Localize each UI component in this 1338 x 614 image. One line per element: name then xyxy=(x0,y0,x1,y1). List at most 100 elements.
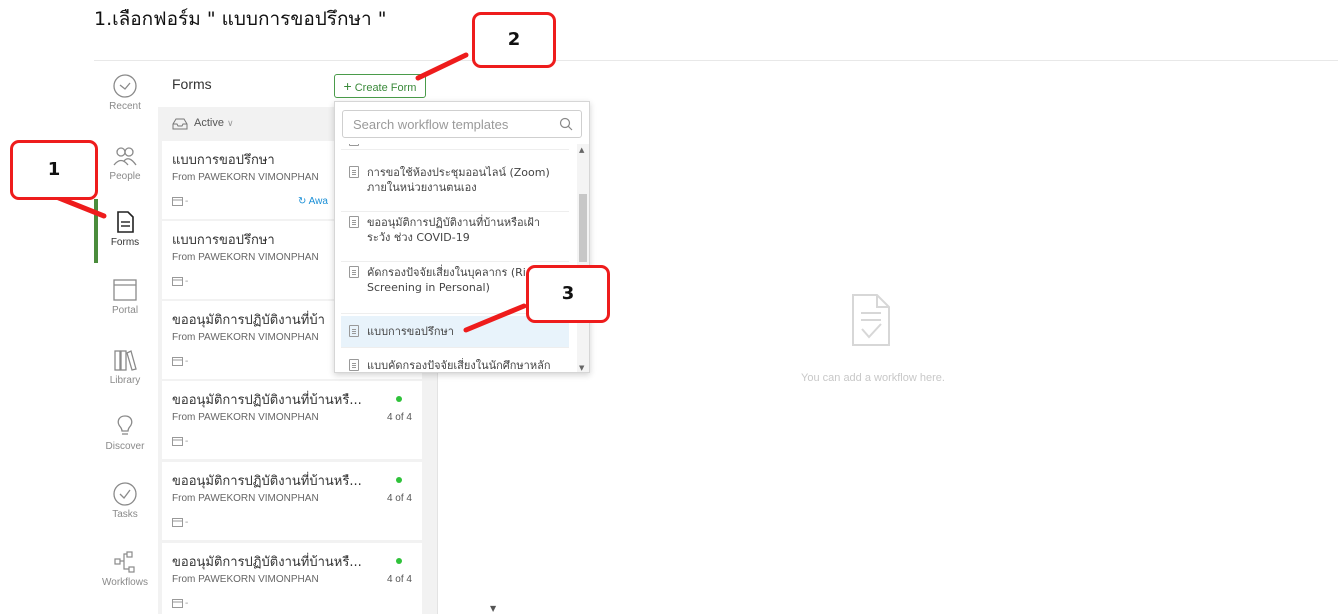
calendar-icon xyxy=(172,437,183,446)
create-form-button[interactable]: + Create Form xyxy=(334,74,426,98)
scrollbar-thumb[interactable] xyxy=(579,194,587,262)
due-date: - xyxy=(172,436,188,447)
document-icon xyxy=(349,166,359,178)
forms-panel-title: Forms xyxy=(172,76,212,92)
nav-label: Library xyxy=(109,375,141,386)
check-circle-icon xyxy=(113,482,137,506)
form-list-item[interactable]: ขออนุมัติการปฏิบัติงานที่บ้านหรื... From… xyxy=(162,462,422,540)
nav-item-people[interactable]: People xyxy=(94,131,156,199)
scroll-up-arrow[interactable]: ▲ xyxy=(579,146,584,154)
template-option-label: แบบการขอปรึกษา xyxy=(367,325,454,338)
nav-label: Forms xyxy=(110,237,140,248)
step-count: 4 of 4 xyxy=(386,412,412,423)
form-list-item[interactable]: ขออนุมัติการปฏิบัติงานที่บ้านหรื... From… xyxy=(162,543,422,614)
form-sender: From PAWEKORN VIMONPHAN xyxy=(172,332,319,343)
callout-badge-1: 1 xyxy=(10,140,98,200)
template-list: การขอใช้ห้องประชุมออนไลน์ (Zoom) ภายในหน… xyxy=(335,144,576,372)
template-option[interactable]: แบบคัดกรองปัจจัยเสี่ยงในนักศึกษาหลัก xyxy=(341,352,569,372)
portal-window-icon xyxy=(113,279,137,301)
due-date-value: - xyxy=(185,356,189,367)
form-title: ขออนุมัติการปฏิบัติงานที่บ้านหรื... xyxy=(172,474,362,489)
due-date-value: - xyxy=(185,276,189,287)
calendar-icon xyxy=(172,197,183,206)
template-option-label: การขอใช้ห้องประชุมออนไลน์ (Zoom) ภายในหน… xyxy=(367,166,550,194)
nav-item-workflows[interactable]: Workflows xyxy=(94,537,156,605)
nav-label: Discover xyxy=(105,441,145,452)
step-count: 4 of 4 xyxy=(386,574,412,585)
search-icon[interactable] xyxy=(559,117,573,131)
due-date: - xyxy=(172,517,188,528)
status-dot xyxy=(396,396,402,402)
nav-label: Portal xyxy=(111,305,139,316)
form-sender: From PAWEKORN VIMONPHAN xyxy=(172,252,319,263)
callout-badge-2: 2 xyxy=(472,12,556,68)
document-icon xyxy=(349,359,359,371)
calendar-icon xyxy=(172,518,183,527)
document-icon xyxy=(349,325,359,337)
template-list-scrollbar[interactable]: ▲ ▼ xyxy=(577,144,589,372)
calendar-icon xyxy=(172,277,183,286)
lightbulb-icon xyxy=(117,415,133,435)
template-option-label: ขออนุมัติการปฏิบัติงานที่บ้านหรือเฝ้าระว… xyxy=(367,216,541,244)
empty-state-message: You can add a workflow here. xyxy=(801,372,945,384)
form-title: ขออนุมัติการปฏิบัติงานที่บ้านหรื... xyxy=(172,393,362,408)
due-date-value: - xyxy=(185,598,189,609)
form-title: ขออนุมัติการปฏิบัติงานที่บ้านหรื... xyxy=(172,555,362,570)
nav-item-portal[interactable]: Portal xyxy=(94,265,156,333)
nav-label: Recent xyxy=(109,101,141,112)
due-date-value: - xyxy=(185,196,189,207)
template-search-input[interactable] xyxy=(343,111,553,137)
library-books-icon xyxy=(114,350,137,371)
status-dot xyxy=(396,477,402,483)
document-icon xyxy=(349,266,359,278)
awaiting-status-label: Awa xyxy=(308,196,328,207)
scroll-down-arrow[interactable]: ▼ xyxy=(579,364,584,372)
template-option-partial[interactable] xyxy=(341,144,569,150)
workflow-template-dropdown: การขอใช้ห้องประชุมออนไลน์ (Zoom) ภายในหน… xyxy=(334,101,590,373)
form-sender: From PAWEKORN VIMONPHAN xyxy=(172,493,319,504)
template-option[interactable]: การขอใช้ห้องประชุมออนไลน์ (Zoom) ภายในหน… xyxy=(341,162,569,212)
document-caption: 1.เลือกฟอร์ม " แบบการขอปรึกษา " xyxy=(94,8,387,30)
refresh-icon: ↻ xyxy=(298,196,307,207)
nav-item-library[interactable]: Library xyxy=(94,335,156,403)
people-icon xyxy=(113,147,137,166)
template-option[interactable]: ขออนุมัติการปฏิบัติงานที่บ้านหรือเฝ้าระว… xyxy=(341,212,569,262)
due-date-value: - xyxy=(185,436,189,447)
nav-item-discover[interactable]: Discover xyxy=(94,401,156,469)
app-window: Recent People Forms Portal Library Disco xyxy=(94,60,1338,614)
due-date: - xyxy=(172,276,188,287)
form-document-icon xyxy=(117,211,134,233)
form-sender: From PAWEKORN VIMONPHAN xyxy=(172,574,319,585)
document-icon xyxy=(349,216,359,228)
nav-item-forms[interactable]: Forms xyxy=(94,197,156,265)
calendar-icon xyxy=(172,357,183,366)
filter-label: Active ∨ xyxy=(194,117,234,129)
document-check-icon xyxy=(852,294,890,346)
left-nav-sidebar: Recent People Forms Portal Library Disco xyxy=(94,61,156,614)
inbox-icon xyxy=(172,118,188,130)
nav-label: Workflows xyxy=(102,577,148,588)
workflow-icon xyxy=(114,551,135,573)
callout-badge-3: 3 xyxy=(526,265,610,323)
nav-item-recent[interactable]: Recent xyxy=(94,61,156,129)
form-sender: From PAWEKORN VIMONPHAN xyxy=(172,412,319,423)
document-icon xyxy=(349,144,359,146)
nav-item-tasks[interactable]: Tasks xyxy=(94,469,156,537)
form-sender: From PAWEKORN VIMONPHAN xyxy=(172,172,319,183)
template-search-box xyxy=(342,110,582,138)
plus-icon: + xyxy=(343,78,352,94)
template-option-label: แบบคัดกรองปัจจัยเสี่ยงในนักศึกษาหลัก xyxy=(367,359,551,372)
due-date: - xyxy=(172,356,188,367)
clock-icon xyxy=(113,74,137,98)
due-date-value: - xyxy=(185,517,189,528)
calendar-icon xyxy=(172,599,183,608)
nav-label: People xyxy=(109,171,141,182)
filter-value: Active xyxy=(194,117,224,129)
screenshot-stage: 1.เลือกฟอร์ม " แบบการขอปรึกษา " Recent P… xyxy=(0,0,1338,614)
create-form-label: Create Form xyxy=(354,82,417,94)
status-dot xyxy=(396,558,402,564)
form-list-item[interactable]: ขออนุมัติการปฏิบัติงานที่บ้านหรื... From… xyxy=(162,381,422,459)
due-date: - xyxy=(172,598,188,609)
step-count: 4 of 4 xyxy=(386,493,412,504)
due-date: - xyxy=(172,196,188,207)
